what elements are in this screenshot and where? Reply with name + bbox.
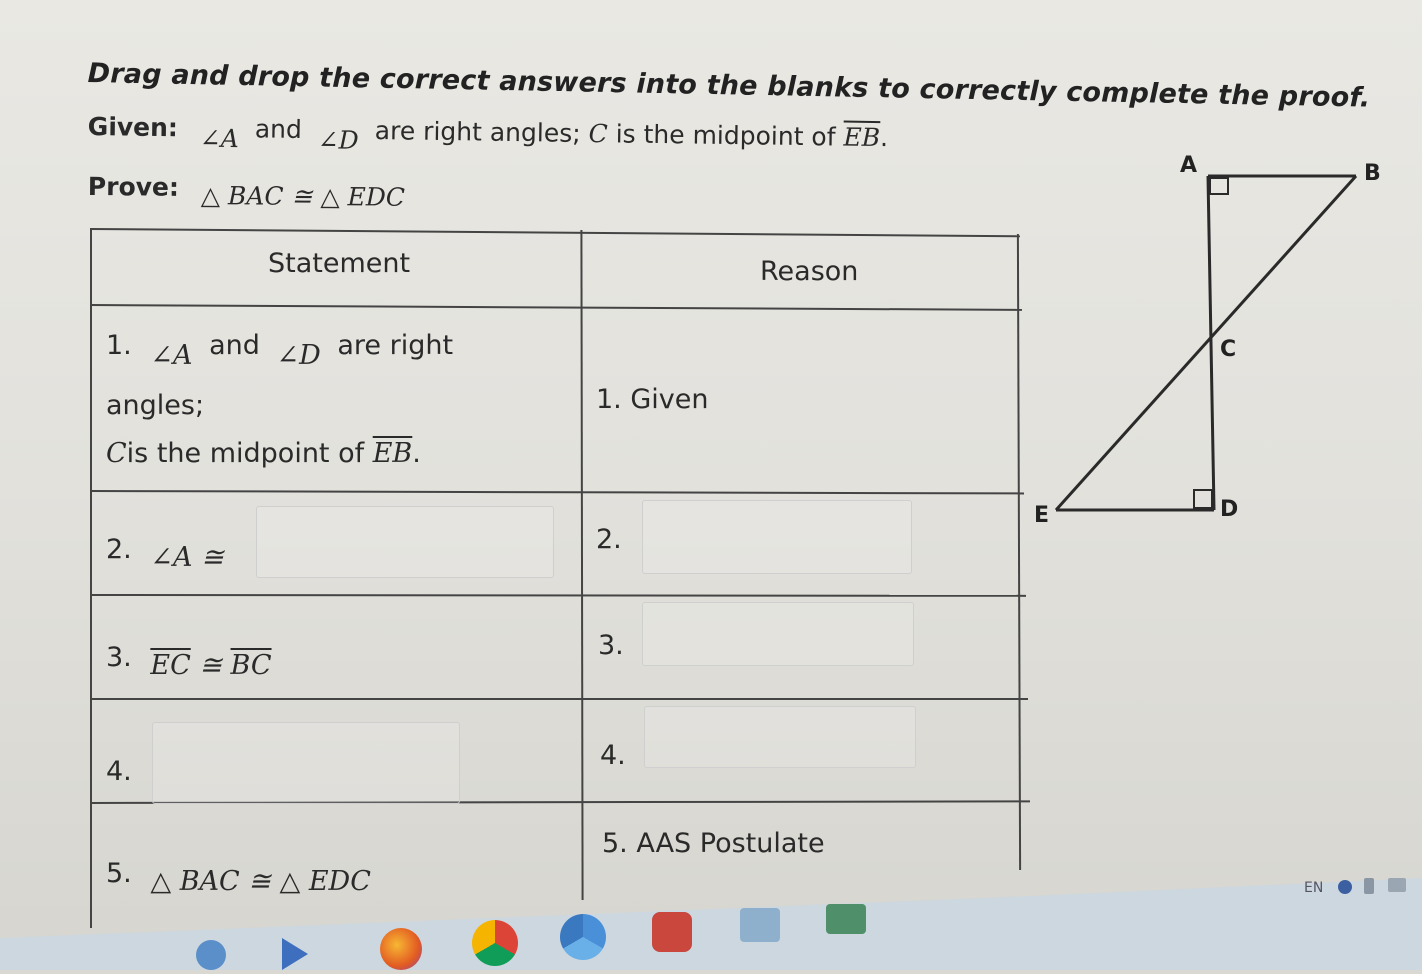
row2-statement-blank[interactable] <box>256 506 554 578</box>
table-row2-divider <box>89 594 1027 597</box>
row4-reason-blank[interactable] <box>644 706 916 768</box>
header-statement: Statement <box>268 248 411 279</box>
given-midpoint-text: is the midpoint of <box>615 119 844 152</box>
network-icon[interactable] <box>1364 878 1374 894</box>
row1-are-right: are right <box>337 330 454 361</box>
given-segment-eb: EB <box>843 122 881 153</box>
assessment-page: Drag and drop the correct answers into t… <box>0 0 1422 970</box>
row2-reason: 2. <box>596 524 622 555</box>
row1-and: and <box>209 330 260 361</box>
prove-label: Prove: <box>87 172 180 202</box>
table-row3-divider <box>90 698 1028 700</box>
proof-table: Statement Reason 1. ∠A and ∠D are right … <box>89 228 1031 928</box>
paint-icon[interactable] <box>196 940 226 970</box>
label-d: D <box>1220 497 1238 522</box>
header-reason: Reason <box>760 256 859 287</box>
chromium-icon[interactable] <box>560 914 606 960</box>
row1-statement-line1: 1. ∠A and ∠D are right <box>106 330 454 371</box>
row2-statement: 2. ∠A ≅ <box>106 534 224 573</box>
language-indicator[interactable]: EN <box>1304 880 1323 896</box>
row3-segment-bc: BC <box>230 650 272 681</box>
calculator-icon[interactable] <box>740 908 780 942</box>
row3-number: 3. <box>106 642 132 673</box>
row1-point-c: C <box>106 438 127 469</box>
row1-angle-d: ∠D <box>276 340 321 371</box>
row2-reason-blank[interactable] <box>642 500 912 574</box>
help-icon[interactable] <box>1338 880 1352 894</box>
row4-reason: 4. <box>600 740 626 771</box>
row3-reason: 3. <box>598 630 624 661</box>
instructions-heading: Drag and drop the correct answers into t… <box>87 58 1371 114</box>
row1-statement-line2: angles; <box>106 390 205 421</box>
row3-segment-ec: EC <box>150 650 191 681</box>
chrome-icon[interactable] <box>472 920 518 966</box>
row3-congruent: ≅ <box>190 650 231 681</box>
given-statement: Given: ∠A and ∠D are right angles; C is … <box>87 112 889 155</box>
row1-angle-a: ∠A <box>150 340 193 371</box>
row1-reason: 1. Given <box>596 384 709 415</box>
given-rest: are right angles; <box>374 116 589 148</box>
row5-reason: 5. AAS Postulate <box>602 828 825 859</box>
row1-midpoint-text: is the midpoint of <box>126 438 373 469</box>
segment-bc-ce <box>1054 174 1358 512</box>
table-top-border <box>89 228 1020 238</box>
segment-ad <box>1206 175 1216 511</box>
app-window-icon[interactable] <box>826 904 866 934</box>
row1-number: 1. <box>106 330 132 361</box>
label-b: B <box>1364 161 1381 186</box>
row2-angle-a-cong: ∠A ≅ <box>150 542 224 573</box>
given-period: . <box>879 123 889 153</box>
given-and: and <box>254 114 303 144</box>
given-point-c: C <box>588 118 608 149</box>
flag-icon[interactable] <box>1388 878 1406 892</box>
table-row1-divider <box>89 490 1024 495</box>
given-angle-d: ∠D <box>317 125 359 155</box>
prove-statement: Prove: △ BAC ≅ △ EDC <box>87 172 405 212</box>
prove-congruence: △ BAC ≅ △ EDC <box>200 180 406 212</box>
table-right-border <box>1016 233 1022 871</box>
table-left-border <box>90 228 92 928</box>
row1-segment-eb: EB <box>372 438 413 469</box>
word-icon[interactable] <box>652 912 692 952</box>
label-c: C <box>1220 337 1236 362</box>
label-e: E <box>1034 503 1049 528</box>
row1-period: . <box>412 438 421 469</box>
triangle-figure: A B C D E <box>1034 153 1381 528</box>
row4-number: 4. <box>106 756 132 787</box>
given-angle-a: ∠A <box>199 123 239 154</box>
media-player-icon[interactable] <box>282 938 308 970</box>
row2-number: 2. <box>106 534 132 565</box>
row4-statement-blank[interactable] <box>152 722 460 804</box>
taskbar: EN <box>0 878 1422 970</box>
table-header-divider <box>89 304 1022 311</box>
given-label: Given: <box>87 112 179 143</box>
firefox-icon[interactable] <box>380 928 422 970</box>
row1-statement-line3: Cis the midpoint of EB. <box>106 438 421 469</box>
right-angle-mark-d <box>1193 489 1213 509</box>
right-angle-mark-a <box>1209 177 1229 195</box>
table-column-divider <box>580 229 584 901</box>
row3-reason-blank[interactable] <box>642 602 914 666</box>
row3-statement: 3. EC ≅ BC <box>106 642 272 681</box>
label-a: A <box>1180 153 1197 178</box>
